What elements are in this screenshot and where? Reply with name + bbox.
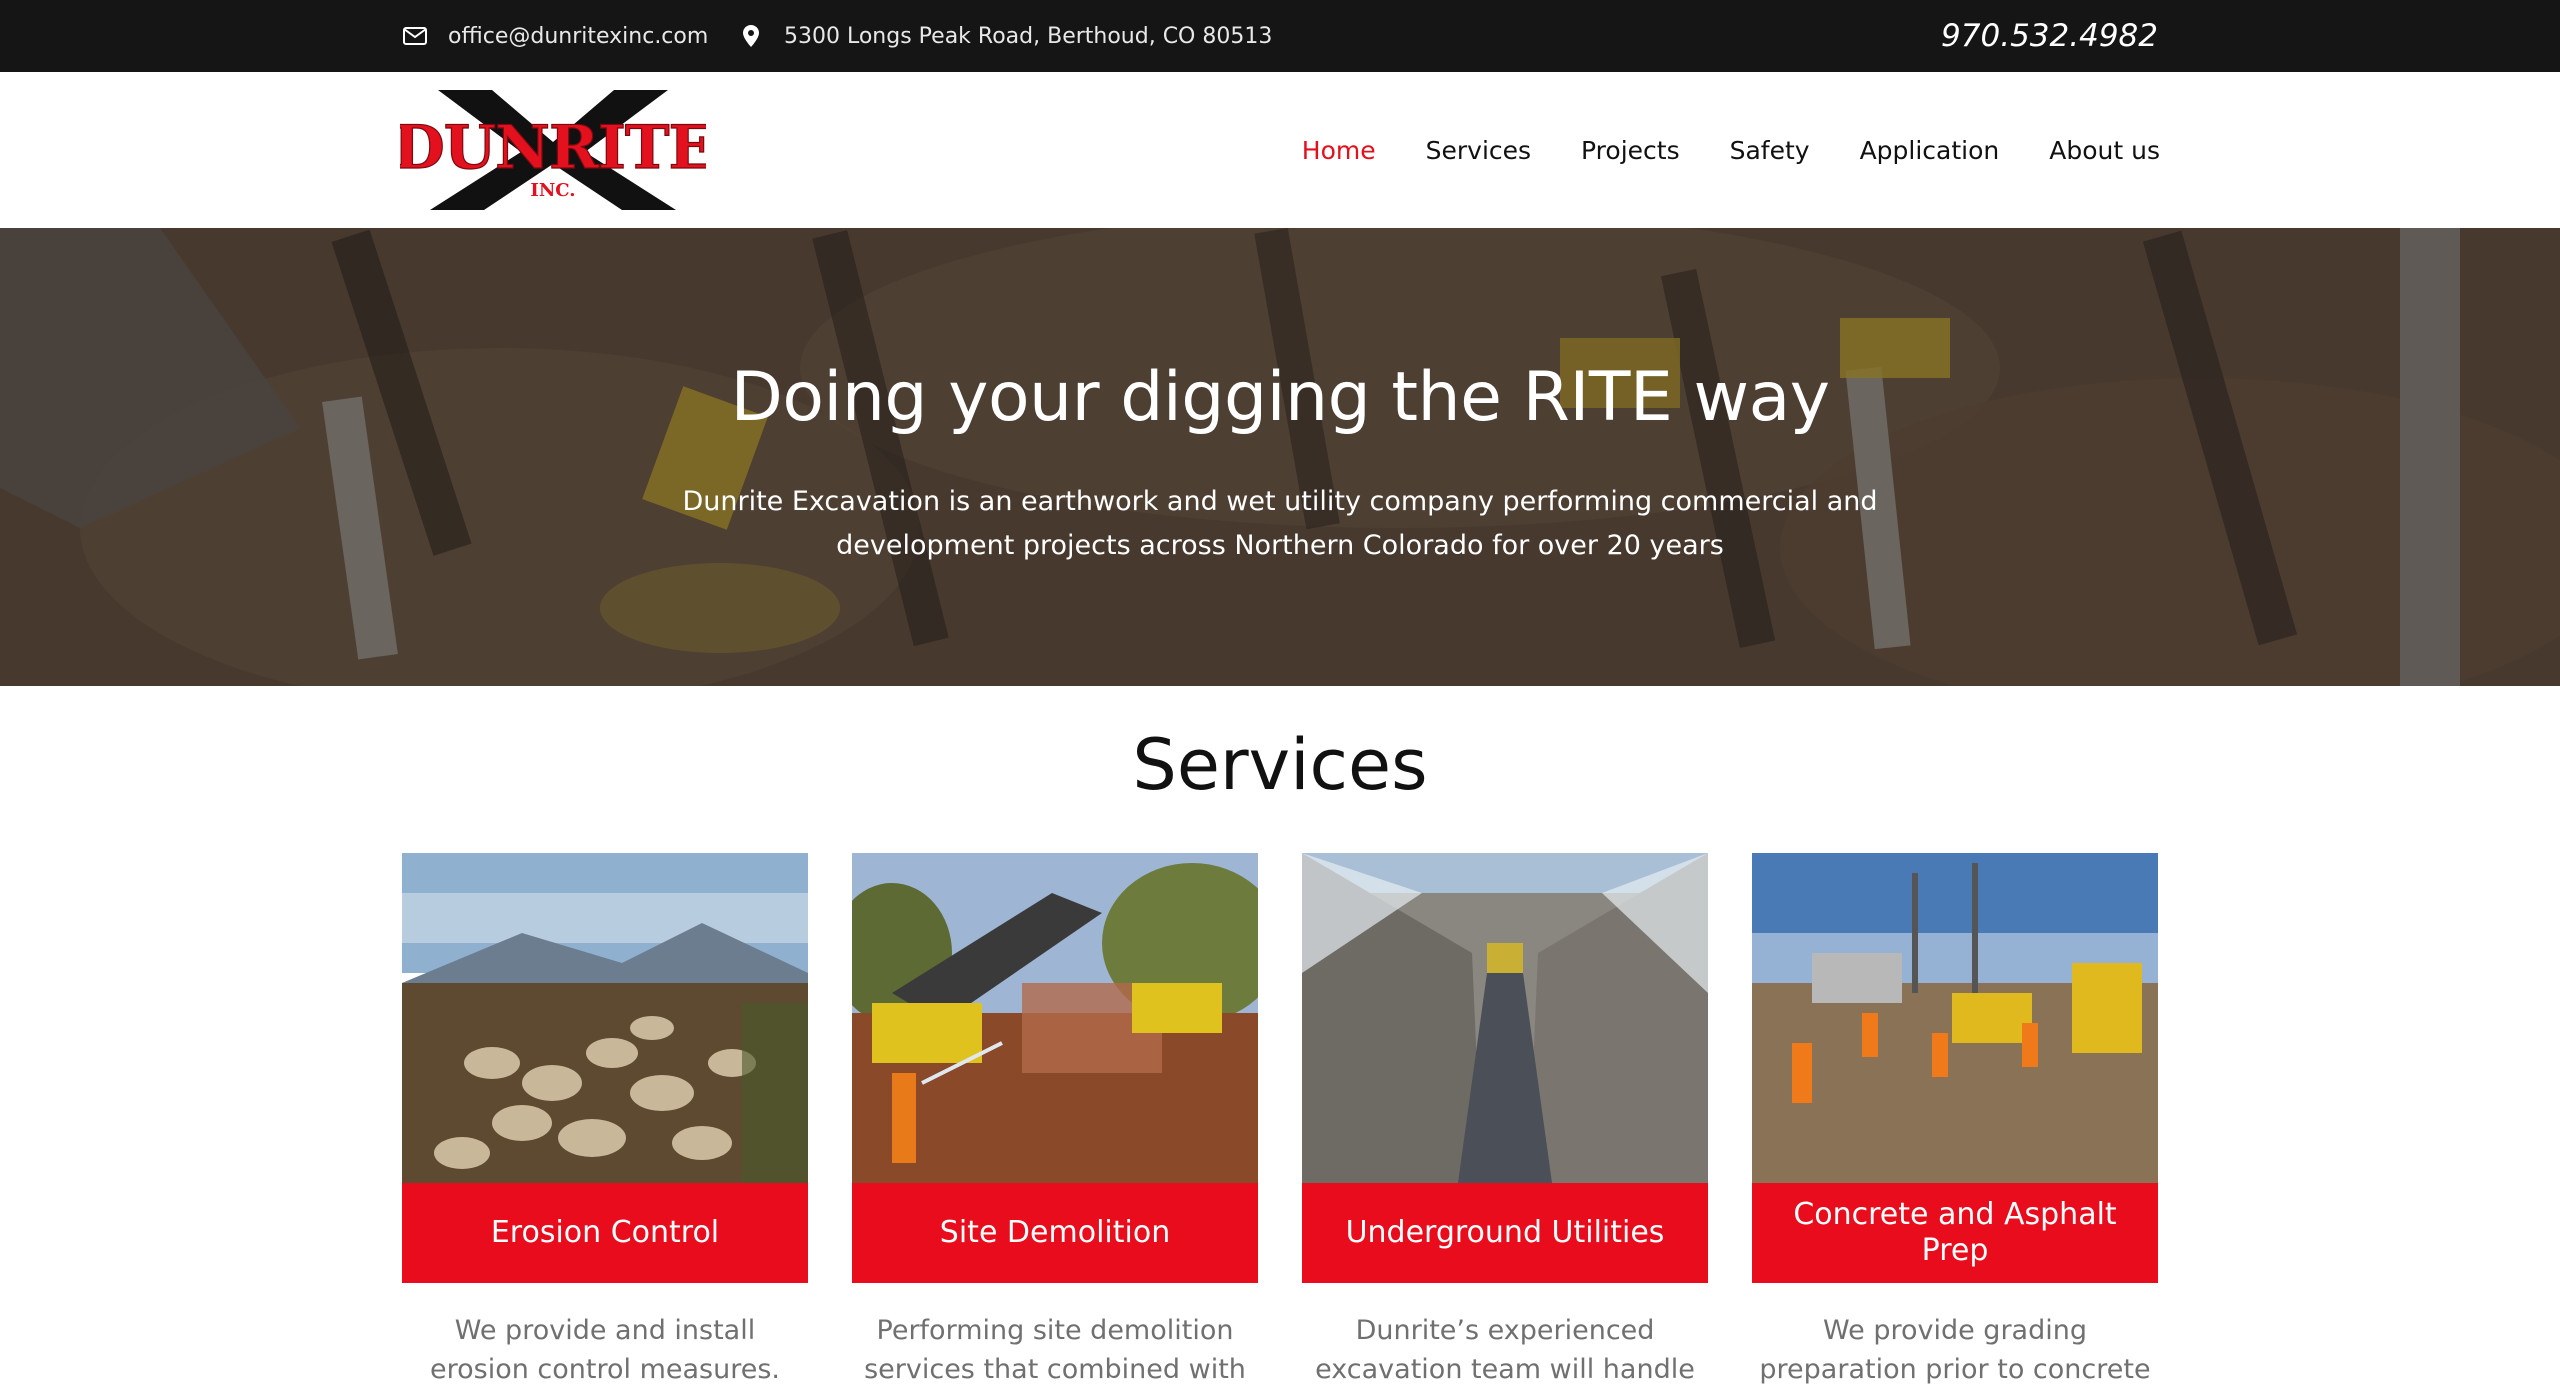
concrete-asphalt-prep-label[interactable]: Concrete and Asphalt Prep <box>1752 1183 2158 1283</box>
nav-about-us[interactable]: About us <box>2049 136 2160 165</box>
erosion-control-image[interactable] <box>402 853 808 1183</box>
nav-services[interactable]: Services <box>1426 136 1531 165</box>
email-contact[interactable]: office@dunritexinc.com <box>402 0 708 72</box>
service-card-erosion-control[interactable]: Erosion Control We provide and install e… <box>402 853 808 1384</box>
top-contact-bar: office@dunritexinc.com 5300 Longs Peak R… <box>0 0 2560 72</box>
logo-wordmark: DUNRITE <box>400 113 706 183</box>
concrete-asphalt-prep-description: We provide grading preparation prior to … <box>1759 1315 2151 1384</box>
map-pin-icon <box>738 23 764 49</box>
address-text: 5300 Longs Peak Road, Berthoud, CO 80513 <box>784 23 1273 49</box>
address-contact: 5300 Longs Peak Road, Berthoud, CO 80513 <box>738 0 1272 72</box>
hero-subtitle: Dunrite Excavation is an earthwork and w… <box>682 486 1878 561</box>
hero-overlay <box>0 228 2560 686</box>
hero-banner: Doing your digging the RITE way Dunrite … <box>0 228 2560 686</box>
site-demolition-description: Performing site demolition services that… <box>864 1315 1246 1384</box>
service-card-site-demolition[interactable]: Site Demolition Performing site demoliti… <box>852 853 1258 1384</box>
concrete-asphalt-prep-image[interactable] <box>1752 853 2158 1183</box>
company-logo[interactable]: DUNRITE INC. <box>392 88 715 210</box>
underground-utilities-image[interactable] <box>1302 853 1708 1183</box>
logo-inc: INC. <box>530 180 575 201</box>
site-demolition-image[interactable] <box>852 853 1258 1183</box>
site-header: DUNRITE INC. Home Services Projects Safe… <box>0 72 2560 228</box>
envelope-icon <box>402 23 428 49</box>
nav-safety[interactable]: Safety <box>1730 136 1810 165</box>
nav-home[interactable]: Home <box>1302 136 1376 165</box>
nav-application[interactable]: Application <box>1860 136 2000 165</box>
phone-number[interactable]: 970.532.4982 <box>1941 0 2158 72</box>
erosion-control-label[interactable]: Erosion Control <box>402 1183 808 1283</box>
erosion-control-description: We provide and install erosion control m… <box>430 1315 780 1384</box>
service-card-concrete-asphalt-prep[interactable]: Concrete and Asphalt Prep We provide gra… <box>1752 853 2158 1384</box>
hero-title: Doing your digging the RITE way <box>730 358 1830 437</box>
service-card-underground-utilities[interactable]: Underground Utilities Dunrite’s experien… <box>1302 853 1708 1384</box>
services-heading: Services <box>1132 724 1428 806</box>
email-text[interactable]: office@dunritexinc.com <box>448 24 708 49</box>
main-nav: Home Services Projects Safety Applicatio… <box>1252 72 2160 228</box>
nav-projects[interactable]: Projects <box>1581 136 1680 165</box>
site-demolition-label[interactable]: Site Demolition <box>852 1183 1258 1283</box>
underground-utilities-description: Dunrite’s experienced excavation team wi… <box>1315 1315 1695 1384</box>
underground-utilities-label[interactable]: Underground Utilities <box>1302 1183 1708 1283</box>
